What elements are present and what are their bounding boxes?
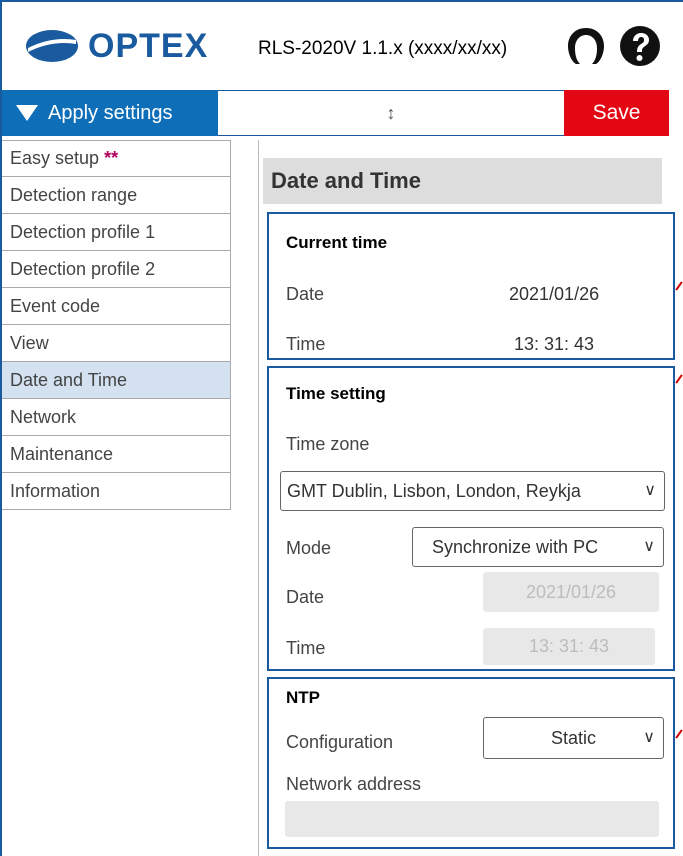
configuration-label: Configuration — [286, 732, 394, 752]
sidebar-item-easy-setup[interactable]: Easy setup ** — [2, 140, 231, 177]
mode-label: Mode — [286, 538, 332, 558]
sidebar-item-detection-range[interactable]: Detection range — [2, 177, 231, 214]
configuration-select[interactable]: Static ∨ — [483, 717, 664, 759]
sidebar-item-label: Date and Time — [10, 369, 128, 390]
time-setting-section: Time setting Time zone GMT Dublin, Lisbo… — [267, 366, 675, 671]
setting-time-value: 13: 31: 43 — [528, 636, 610, 656]
sidebar-item-date-and-time[interactable]: Date and Time — [2, 362, 231, 399]
chevron-down-icon: ∨ — [643, 538, 655, 555]
sidebar-item-view[interactable]: View — [2, 325, 231, 362]
network-address-input[interactable] — [285, 801, 659, 837]
chevron-down-icon: ∨ — [644, 482, 656, 499]
optex-logo-icon — [26, 30, 78, 62]
sidebar-item-label: Network — [10, 406, 77, 427]
sidebar-item-label: Easy setup — [10, 148, 100, 168]
page-title: Date and Time — [263, 158, 662, 204]
brand-name: OPTEX — [88, 26, 209, 65]
easy-setup-badge: ** — [104, 148, 119, 168]
user-icon[interactable] — [564, 24, 608, 68]
ntp-section: NTP Configuration Static ∨ Network addre… — [267, 677, 675, 849]
sidebar-item-event-code[interactable]: Event code — [2, 288, 231, 325]
apply-settings-label: Apply settings — [48, 101, 173, 124]
network-address-label: Network address — [286, 774, 422, 794]
sidebar-item-maintenance[interactable]: Maintenance — [2, 436, 231, 473]
help-icon[interactable] — [618, 24, 662, 68]
toolbar: Apply settings ↕ Save — [2, 90, 683, 136]
triangle-down-icon — [16, 105, 38, 121]
time-zone-select[interactable]: GMT Dublin, Lisbon, London, Reykja ∨ — [280, 471, 665, 511]
ntp-heading: NTP — [286, 688, 320, 707]
sidebar-item-label: Detection profile 2 — [10, 258, 156, 279]
sidebar-item-network[interactable]: Network — [2, 399, 231, 436]
setting-date-label: Date — [286, 587, 325, 607]
resize-arrow-icon: ↕ — [386, 102, 396, 123]
current-time-label: Time — [286, 334, 326, 354]
sidebar-item-label: Detection range — [10, 184, 138, 205]
chevron-down-icon: ∨ — [643, 729, 655, 746]
time-setting-heading: Time setting — [286, 384, 386, 403]
header: OPTEX RLS-2020V 1.1.x (xxxx/xx/xx) — [2, 2, 683, 90]
setting-date-value: 2021/01/26 — [525, 581, 617, 602]
sidebar-item-detection-profile-1[interactable]: Detection profile 1 — [2, 214, 231, 251]
setting-date-input[interactable]: 2021/01/26 — [483, 572, 659, 612]
mode-value: Synchronize with PC — [432, 536, 599, 557]
current-date-label: Date — [286, 284, 325, 304]
sidebar-nav: Easy setup ** Detection range Detection … — [2, 140, 231, 510]
configuration-value: Static — [550, 727, 597, 748]
setting-time-label: Time — [286, 638, 326, 658]
save-button[interactable]: Save — [564, 90, 669, 136]
pane-splitter[interactable] — [258, 140, 259, 856]
mode-select[interactable]: Synchronize with PC ∨ — [412, 527, 664, 567]
brand-logo: OPTEX — [24, 26, 208, 66]
sidebar-item-label: Information — [10, 480, 101, 501]
time-zone-label: Time zone — [286, 434, 370, 454]
sidebar-item-label: Event code — [10, 295, 101, 316]
sidebar-item-label: View — [10, 332, 49, 353]
sidebar-item-label: Detection profile 1 — [10, 221, 156, 242]
sidebar-item-detection-profile-2[interactable]: Detection profile 2 — [2, 251, 231, 288]
current-date-value: 2021/01/26 — [509, 284, 600, 304]
current-time-heading: Current time — [286, 233, 388, 252]
sidebar-item-label: Maintenance — [10, 443, 114, 464]
setting-time-input[interactable]: 13: 31: 43 — [483, 628, 655, 665]
current-time-value: 13: 31: 43 — [514, 334, 595, 354]
resize-handle[interactable]: ↕ — [218, 90, 564, 136]
apply-settings-button[interactable]: Apply settings — [2, 90, 218, 136]
time-zone-value: GMT Dublin, Lisbon, London, Reykja — [287, 480, 581, 501]
current-time-section: Current time Date 2021/01/26 Time 13: 31… — [267, 212, 675, 360]
sidebar-item-information[interactable]: Information — [2, 473, 231, 510]
model-version: RLS-2020V 1.1.x (xxxx/xx/xx) — [258, 38, 508, 59]
